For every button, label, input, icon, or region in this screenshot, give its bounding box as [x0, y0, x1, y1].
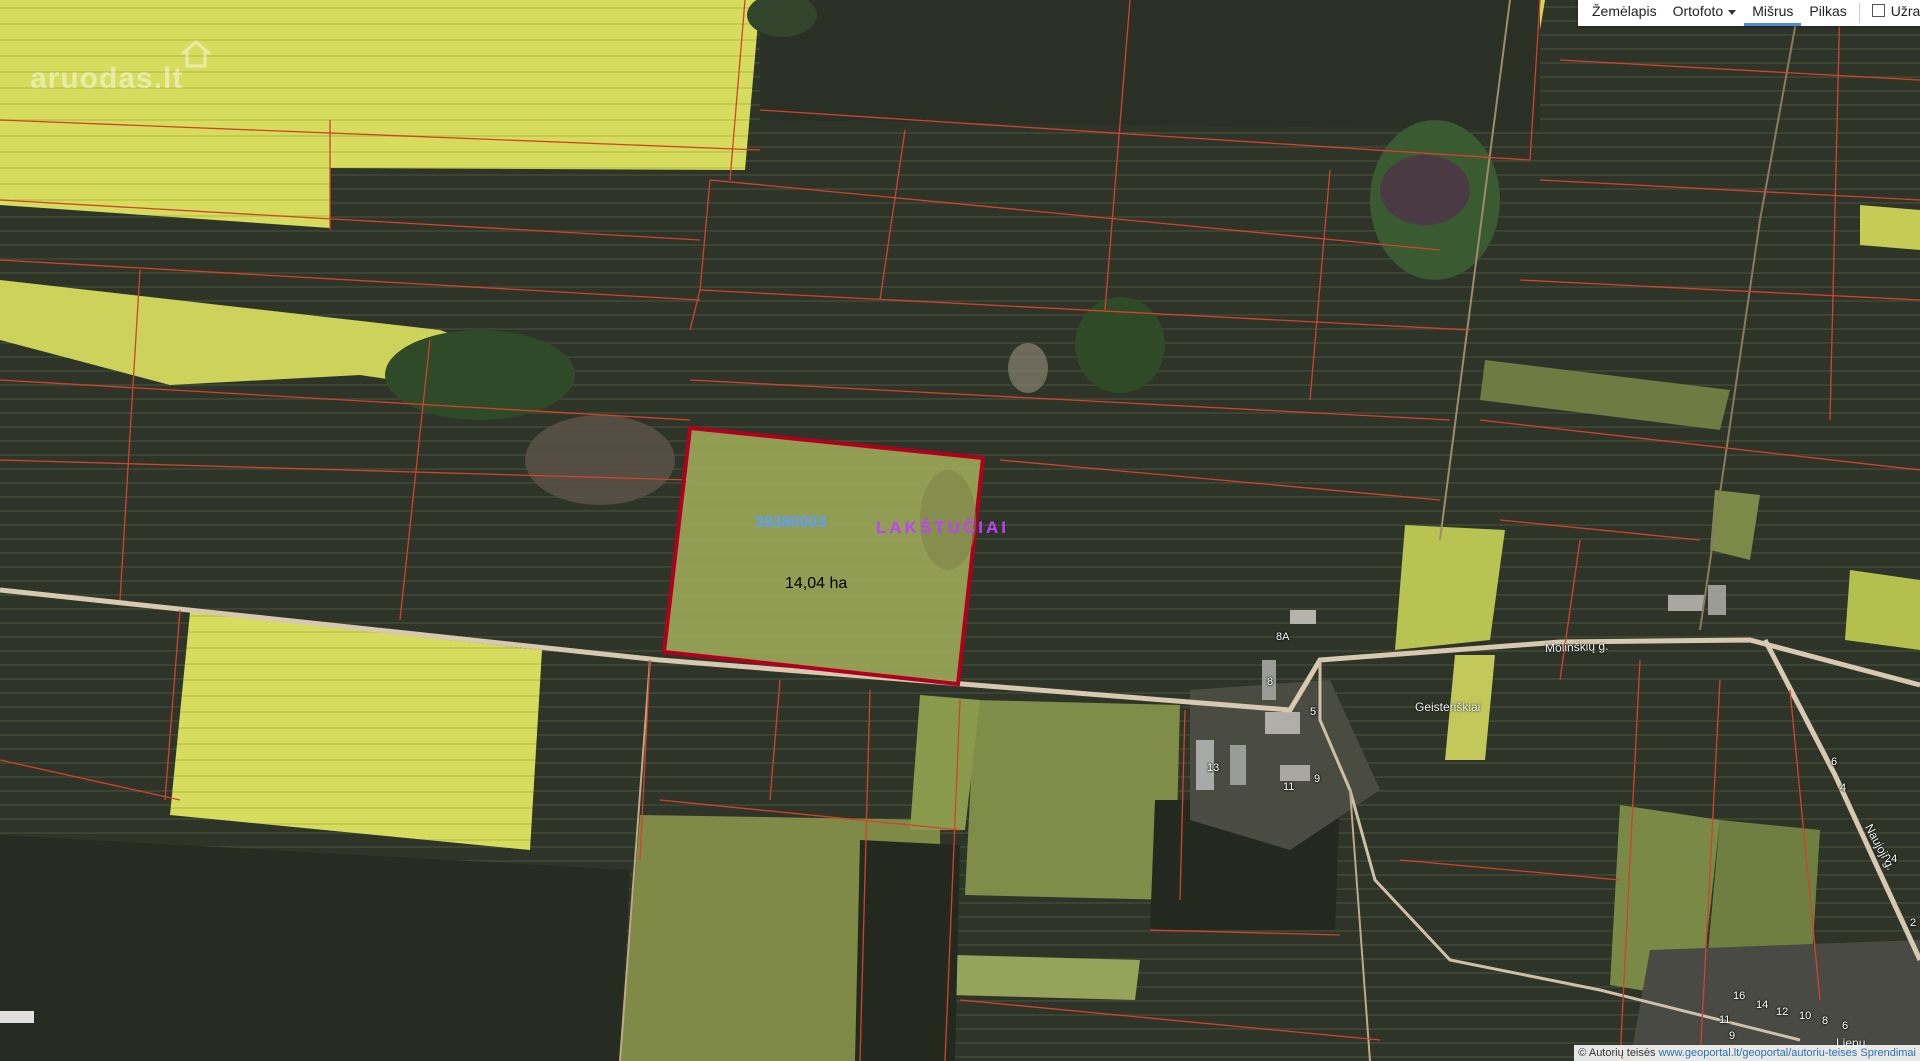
map-type-pilkas[interactable]: Pilkas [1801, 0, 1854, 26]
house-number: 8 [1267, 676, 1274, 688]
aruodas-watermark: aruodas.lt [30, 62, 184, 95]
house-logo-icon [181, 40, 211, 68]
house-number: 6 [1842, 1020, 1849, 1032]
bare-patch [1008, 343, 1048, 393]
scale-bar [0, 1011, 34, 1023]
bare-patch [525, 415, 675, 505]
pond [1380, 155, 1470, 225]
attribution-link[interactable]: www.geoportal.lt/geoportal/autoriu-teise… [1659, 1047, 1858, 1059]
village-label: Geisteriškiai [1415, 700, 1481, 714]
rapeseed-field [1860, 205, 1920, 250]
house-number: 11 [1719, 1014, 1731, 1026]
house-number: 12 [1776, 1006, 1789, 1018]
map-attribution: © Autorių teisės www.geoportal.lt/geopor… [1574, 1045, 1920, 1061]
map-type-ortofoto[interactable]: Ortofoto [1665, 0, 1745, 26]
parcel-number: 39380003 [755, 514, 827, 531]
building [1230, 745, 1246, 785]
dark-field [0, 835, 630, 1061]
chevron-down-icon [1728, 9, 1737, 15]
house-number: 9 [1729, 1030, 1736, 1042]
dark-field [760, 0, 1540, 130]
parcel-area-label: 14,04 ha [785, 575, 848, 592]
map-type-zemelapis[interactable]: Žemėlapis [1584, 0, 1665, 26]
building [1668, 595, 1704, 611]
house-number: 8 [1822, 1015, 1829, 1027]
grass-field [965, 700, 1180, 900]
toolbar-divider [1858, 3, 1860, 23]
forest-patch [385, 330, 575, 420]
map-type-ortofoto-label: Ortofoto [1672, 3, 1724, 19]
house-number: 24 [1885, 853, 1898, 865]
house-number: 14 [1756, 999, 1769, 1011]
building [1708, 585, 1726, 615]
building [1290, 610, 1316, 624]
attribution-prefix: © Autorių teisės [1578, 1047, 1656, 1059]
building [1280, 765, 1310, 781]
map-type-misrus[interactable]: Mišrus [1744, 0, 1802, 26]
street-label: Molinškių g. [1544, 638, 1609, 656]
house-number: 16 [1733, 990, 1746, 1002]
building [1265, 712, 1300, 734]
attribution-suffix-link[interactable]: Sprendimai [1860, 1047, 1916, 1059]
dark-field [855, 840, 960, 1061]
rapeseed-field [1395, 525, 1505, 650]
village-area [1630, 940, 1920, 1061]
house-number: 6 [1831, 756, 1838, 768]
map-type-toolbar: Žemėlapis Ortofoto Mišrus Pilkas Užrašai [1578, 0, 1920, 26]
house-number: 8A [1276, 631, 1290, 643]
place-name-label: LAKŠTUČIAI [876, 518, 1009, 537]
notes-toggle[interactable]: Užrašai [1864, 0, 1920, 26]
house-number: 2 [1910, 917, 1917, 929]
checkbox-icon[interactable] [1871, 4, 1885, 17]
house-number: 5 [1310, 706, 1317, 718]
house-number: 10 [1799, 1010, 1812, 1022]
rapeseed-field [1845, 570, 1920, 650]
rapeseed-field [170, 612, 542, 850]
house-number: 9 [1314, 773, 1321, 785]
house-number: 13 [1207, 762, 1220, 774]
house-number: 4 [1840, 782, 1847, 794]
notes-label: Užrašai [1890, 3, 1920, 19]
grass-field [950, 955, 1140, 1000]
house-number: 11 [1283, 781, 1295, 793]
